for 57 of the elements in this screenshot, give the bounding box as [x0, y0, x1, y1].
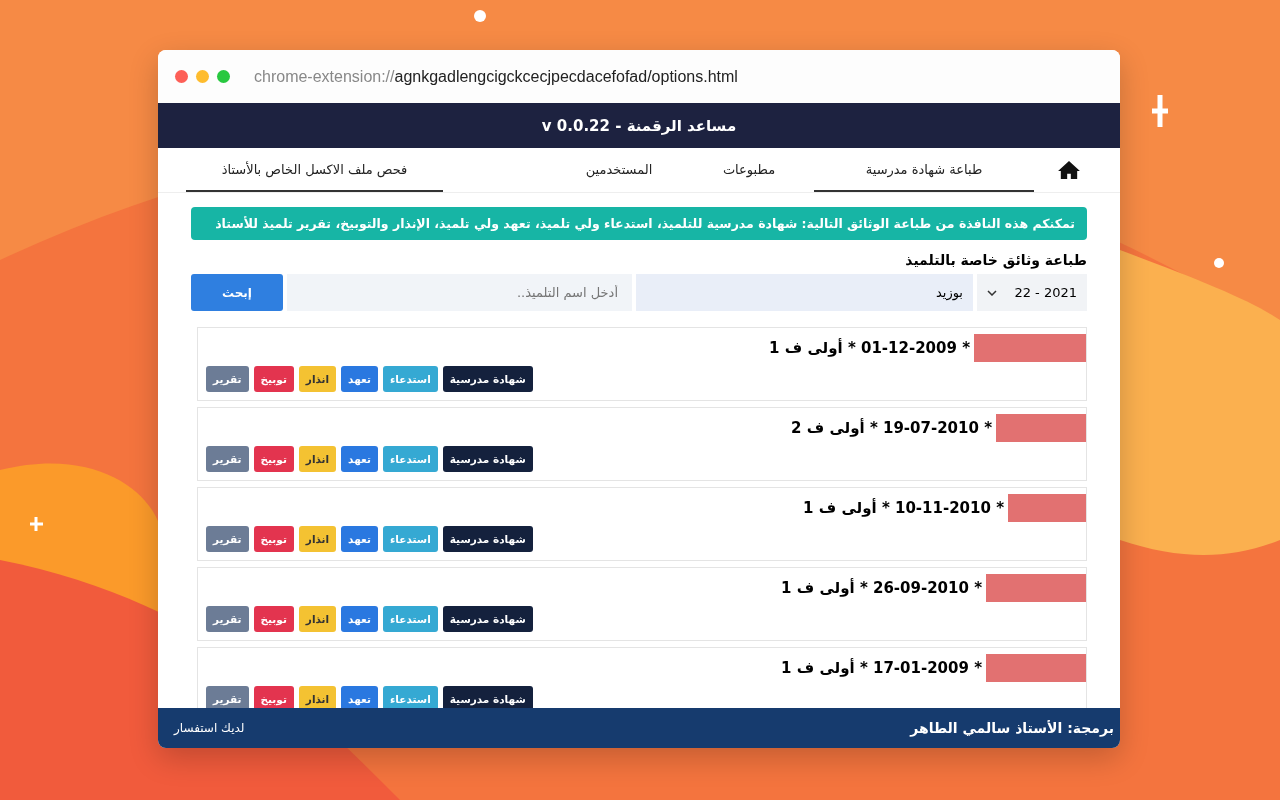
minimize-icon[interactable] — [196, 70, 209, 83]
action-button[interactable]: شهادة مدرسية — [442, 526, 533, 552]
chevron-icon — [987, 289, 997, 296]
student-info: * 19-07-2010 * أولى ف 2 — [791, 419, 992, 437]
maximize-icon[interactable] — [217, 70, 230, 83]
action-button[interactable]: توبيخ — [253, 446, 294, 472]
tab[interactable]: المستخدمين — [554, 148, 684, 192]
action-button[interactable]: تعهد — [341, 686, 378, 708]
action-button[interactable]: استدعاء — [383, 606, 438, 632]
app-title: مساعد الرقمنة - v 0.0.22 — [541, 116, 737, 135]
action-button[interactable]: شهادة مدرسية — [442, 366, 533, 392]
action-button[interactable]: شهادة مدرسية — [442, 606, 533, 632]
close-icon[interactable] — [175, 70, 188, 83]
plus-icon — [28, 515, 45, 533]
dot-icon — [1214, 258, 1224, 268]
section-title: طباعة وثائق خاصة بالتلميذ — [904, 252, 1087, 268]
footer-credit: برمجة: الأستاذ سالمي الطاهر — [910, 720, 1114, 736]
student-info: * 26-09-2010 * أولى ف 1 — [781, 579, 982, 597]
action-button[interactable]: انذار — [298, 526, 337, 552]
school-select[interactable]: بوزيد — [636, 274, 973, 311]
action-button[interactable]: تقرير — [206, 606, 249, 632]
home-icon[interactable] — [1058, 160, 1080, 180]
action-button[interactable]: استدعاء — [383, 686, 438, 708]
tab[interactable]: طباعة شهادة مدرسية — [814, 148, 1034, 192]
student-info: * 17-01-2009 * أولى ف 1 — [781, 659, 982, 677]
dot-icon — [474, 10, 486, 22]
address-text: chrome-extension://agnkgadlengcigckcecjpecdacefofad/options.html — [254, 67, 738, 86]
action-button[interactable]: شهادة مدرسية — [442, 446, 533, 472]
action-button[interactable]: شهادة مدرسية — [442, 686, 533, 708]
action-button[interactable]: توبيخ — [253, 686, 294, 708]
year-select[interactable]: 2021 - 22 — [977, 274, 1087, 311]
student-info: * 10-11-2010 * أولى ف 1 — [803, 499, 1004, 517]
action-button[interactable]: استدعاء — [383, 446, 438, 472]
action-button[interactable]: استدعاء — [383, 366, 438, 392]
action-button[interactable]: توبيخ — [253, 526, 294, 552]
action-button[interactable]: انذار — [298, 446, 337, 472]
tab[interactable]: فحص ملف الاكسل الخاص بالأستاذ — [186, 148, 443, 192]
action-button[interactable]: توبيخ — [253, 366, 294, 392]
action-button[interactable]: استدعاء — [383, 526, 438, 552]
plus-icon — [1149, 92, 1171, 130]
action-button[interactable]: تقرير — [206, 446, 249, 472]
student-info: * 01-12-2009 * أولى ف 1 — [769, 339, 970, 357]
action-button[interactable]: انذار — [298, 686, 337, 708]
action-button[interactable]: تعهد — [341, 526, 378, 552]
action-button[interactable]: تقرير — [206, 366, 249, 392]
search-button[interactable]: إبحث — [191, 274, 283, 311]
action-button[interactable]: توبيخ — [253, 606, 294, 632]
action-button[interactable]: تعهد — [341, 446, 378, 472]
action-button[interactable]: تقرير — [206, 686, 249, 708]
contact-link[interactable]: لديك استفسار — [174, 721, 245, 735]
action-button[interactable]: انذار — [298, 366, 337, 392]
action-button[interactable]: تقرير — [206, 526, 249, 552]
action-button[interactable]: انذار — [298, 606, 337, 632]
action-button[interactable]: تعهد — [341, 366, 378, 392]
tab[interactable]: مطبوعات — [684, 148, 814, 192]
info-banner: تمكنكم هذه النافذة من طباعة الوثائق التالية: شهادة مدرسية للتلميذ، استدعاء ولي تلميذ، تعهد ولي تلميذ، الإنذار والتوبيخ، تقرير تلميذ للأستاذ — [191, 207, 1087, 240]
action-button[interactable]: تعهد — [341, 606, 378, 632]
